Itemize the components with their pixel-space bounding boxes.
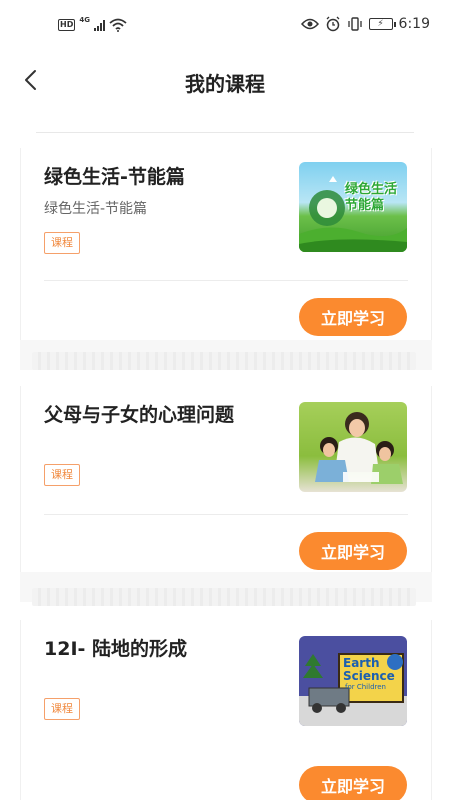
course-thumbnail[interactable] (299, 402, 407, 492)
separator (32, 588, 416, 606)
thumb-label: 绿色生活 节能篇 (345, 182, 398, 213)
course-tag: 课程 (44, 232, 80, 254)
course-subtitle: 绿色生活-节能篇 (44, 201, 148, 217)
battery-icon: ⚡ (368, 18, 396, 30)
status-bar: HD 4G ⚡ 6:19 (0, 0, 450, 52)
course-tag: 课程 (44, 698, 80, 720)
nav-bar: 我的课程 (0, 52, 450, 112)
start-learning-button[interactable]: 立即学习 (299, 532, 407, 570)
course-title: 12I- 陆地的形成 (44, 638, 188, 660)
course-thumbnail[interactable]: Earth Science for Children (299, 636, 407, 726)
card-divider (44, 280, 408, 281)
status-right: ⚡ 6:19 (300, 16, 430, 32)
hd-icon: HD (58, 19, 76, 31)
status-time: 6:19 (398, 16, 430, 32)
signal-icon (93, 19, 105, 31)
start-learning-button[interactable]: 立即学习 (299, 298, 407, 336)
vibrate-icon (347, 17, 362, 31)
wifi-icon (109, 18, 127, 32)
thumb-label-science: Science (343, 669, 395, 683)
top-divider (36, 132, 414, 133)
alarm-icon (326, 16, 340, 32)
thumb-label-earth: Earth (343, 656, 380, 670)
course-thumbnail[interactable]: 绿色生活 节能篇 (299, 162, 407, 252)
course-card[interactable]: 绿色生活-节能篇 绿色生活-节能篇 课程 绿色生活 节能篇 立即学习 (20, 148, 432, 340)
course-card[interactable]: 父母与子女的心理问题 课程 立即学习 (20, 386, 432, 572)
course-title: 父母与子女的心理问题 (44, 404, 235, 426)
start-learning-button[interactable]: 立即学习 (299, 766, 407, 800)
course-card[interactable]: 12I- 陆地的形成 课程 Earth Science for Children… (20, 620, 432, 800)
thumb-label-children: for Children (345, 683, 386, 691)
course-title: 绿色生活-节能篇 (44, 166, 185, 188)
separator (32, 352, 416, 370)
status-left: HD 4G (58, 16, 127, 32)
page-title: 我的课程 (185, 72, 265, 96)
eye-icon (300, 18, 319, 30)
card-divider (44, 514, 408, 515)
network-type: 4G (79, 16, 90, 24)
course-tag: 课程 (44, 464, 80, 486)
